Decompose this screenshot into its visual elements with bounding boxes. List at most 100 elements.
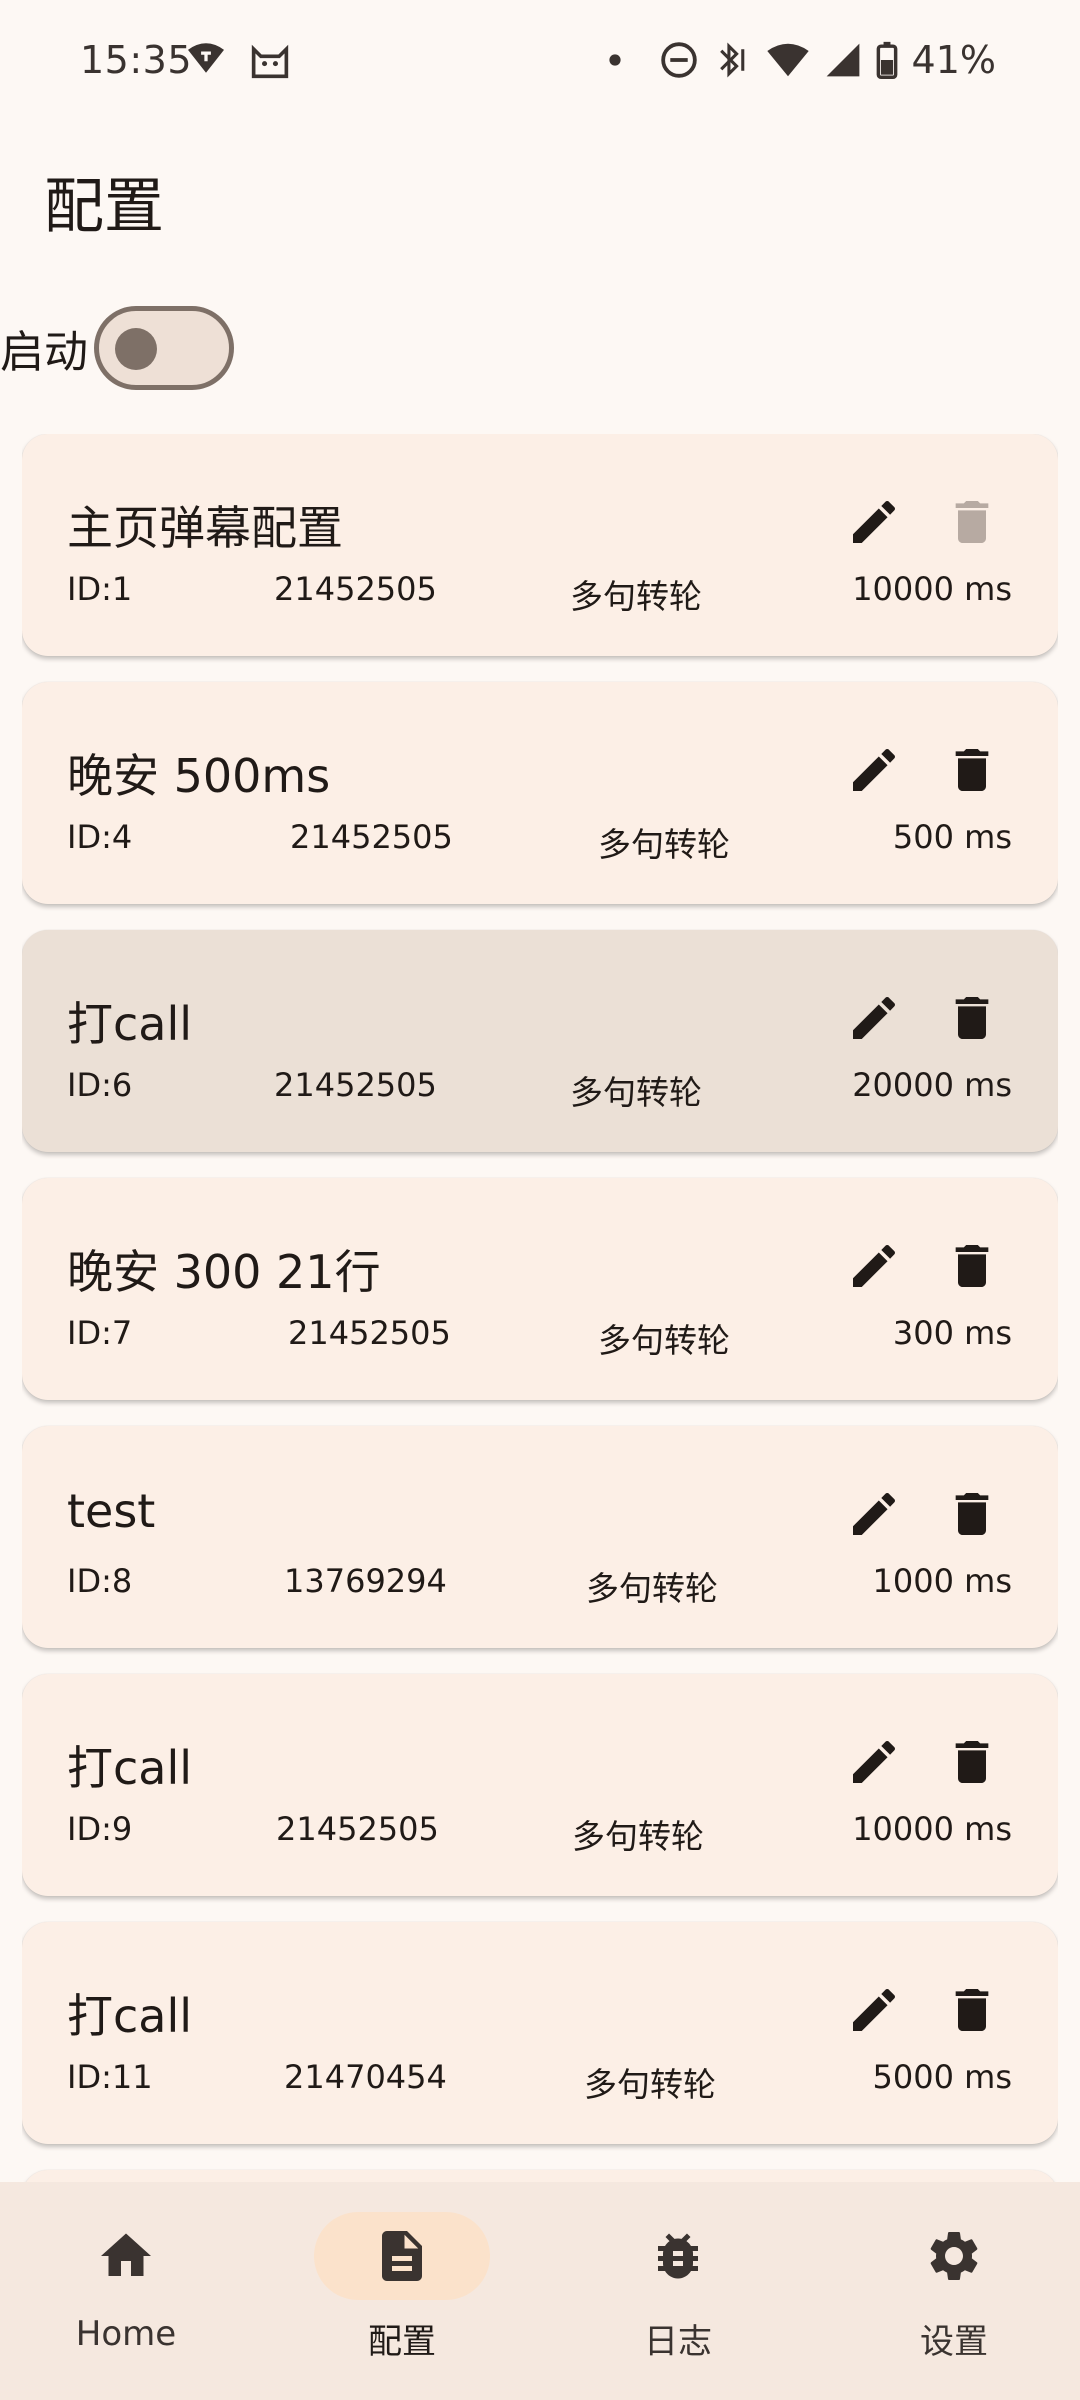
nav-item-settings[interactable]: 设置 [864, 2212, 1044, 2382]
delete-button[interactable] [940, 738, 1004, 802]
pencil-icon [853, 1988, 896, 2031]
delete-button[interactable] [940, 1730, 1004, 1794]
config-room-id: 21452505 [288, 1314, 451, 1352]
battery-icon [876, 41, 897, 79]
config-mode: 多句转轮 [572, 1817, 704, 1856]
config-room-id: 13769294 [284, 1562, 447, 1600]
config-card[interactable]: 打call ID:9 21452505 多句转轮 10000 ms [22, 1674, 1058, 1896]
config-interval: 5000 ms [872, 2058, 1012, 2096]
config-interval: 500 ms [892, 818, 1012, 856]
config-card-selected[interactable]: 打call ID:6 21452505 多句转轮 20000 ms [22, 930, 1058, 1152]
config-title: 晚安 500ms [67, 749, 331, 803]
config-card[interactable]: 打call ID:11 21470454 多句转轮 5000 ms [22, 1922, 1058, 2144]
pencil-icon [853, 1492, 896, 1535]
edit-button[interactable] [842, 1978, 906, 2042]
config-mode: 多句转轮 [570, 1073, 702, 1112]
delete-button-disabled [940, 490, 1004, 554]
config-mode: 多句转轮 [598, 825, 730, 864]
nav-label: Home [75, 2314, 177, 2354]
config-interval: 10000 ms [852, 570, 1012, 608]
config-mode: 多句转轮 [570, 577, 702, 616]
nav-label: 日志 [644, 2322, 712, 2362]
delete-button[interactable] [940, 1482, 1004, 1546]
battery-percent: 41% [911, 38, 996, 82]
config-mode: 多句转轮 [586, 1569, 718, 1608]
wifi-notification-icon [188, 43, 224, 73]
trash-icon [955, 501, 989, 543]
delete-button[interactable] [940, 1234, 1004, 1298]
nav-pill-active [314, 2212, 490, 2300]
trash-icon [955, 1245, 989, 1287]
config-card[interactable]: 主页弹幕配置 ID:1 21452505 多句转轮 10000 ms [22, 434, 1058, 656]
config-room-id: 21452505 [274, 1066, 437, 1104]
start-toggle-row: 启动 [0, 300, 234, 396]
nav-item-log[interactable]: 日志 [588, 2212, 768, 2382]
config-title: 晚安 300 21行 [67, 1245, 381, 1299]
config-interval: 20000 ms [852, 1066, 1012, 1104]
trash-icon [955, 749, 989, 791]
config-id: ID:4 [67, 818, 133, 856]
config-title: 打call [67, 1741, 193, 1795]
pencil-icon [853, 500, 896, 543]
config-interval: 1000 ms [872, 1562, 1012, 1600]
nav-label: 设置 [920, 2322, 988, 2362]
edit-button[interactable] [842, 1234, 906, 1298]
config-id: ID:6 [67, 1066, 133, 1104]
start-toggle-label: 启动 [0, 327, 88, 378]
pencil-icon [853, 996, 896, 1039]
config-interval: 300 ms [892, 1314, 1012, 1352]
edit-button[interactable] [842, 1730, 906, 1794]
nav-pill [590, 2212, 766, 2300]
config-id: ID:8 [67, 1562, 133, 1600]
edit-button[interactable] [842, 1482, 906, 1546]
config-list[interactable]: 主页弹幕配置 ID:1 21452505 多句转轮 10000 ms 晚安 50… [22, 434, 1058, 2184]
edit-button[interactable] [842, 986, 906, 1050]
home-icon [101, 2233, 151, 2276]
config-mode: 多句转轮 [584, 2065, 716, 2104]
trash-icon [955, 1493, 989, 1535]
gear-icon [930, 2232, 978, 2280]
config-id: ID:1 [67, 570, 133, 608]
edit-button[interactable] [842, 490, 906, 554]
wifi-signal-icon [766, 43, 809, 77]
config-room-id: 21452505 [274, 570, 437, 608]
trash-icon [955, 997, 989, 1039]
nav-label: 配置 [368, 2322, 436, 2362]
trash-icon [955, 1989, 989, 2031]
nav-item-config[interactable]: 配置 [312, 2212, 492, 2382]
pencil-icon [853, 1244, 896, 1287]
edit-button[interactable] [842, 738, 906, 802]
config-title: 打call [67, 997, 193, 1051]
nav-pill [866, 2212, 1042, 2300]
start-toggle-switch[interactable] [94, 306, 234, 390]
nav-item-home[interactable]: Home [36, 2212, 216, 2382]
config-id: ID:9 [67, 1810, 133, 1848]
config-id: ID:7 [67, 1314, 133, 1352]
config-room-id: 21452505 [276, 1810, 439, 1848]
pencil-icon [853, 748, 896, 791]
config-card[interactable]: test ID:8 13769294 多句转轮 1000 ms [22, 1426, 1058, 1648]
config-card[interactable]: 晚安 500ms ID:4 21452505 多句转轮 500 ms [22, 682, 1058, 904]
toggle-knob [115, 328, 157, 370]
cell-signal-icon [826, 43, 859, 77]
status-bar: 15:35 41% [0, 0, 1080, 120]
bottom-navigation: Home 配置 日志 设置 [0, 2182, 1080, 2400]
cat-app-icon [251, 44, 289, 79]
config-mode: 多句转轮 [598, 1321, 730, 1360]
delete-button[interactable] [940, 1978, 1004, 2042]
trash-icon [955, 1741, 989, 1783]
do-not-disturb-icon [660, 42, 697, 78]
config-interval: 10000 ms [852, 1810, 1012, 1848]
delete-button[interactable] [940, 986, 1004, 1050]
config-title: 主页弹幕配置 [67, 501, 343, 555]
status-time: 15:35 [80, 38, 193, 82]
config-title: test [67, 1484, 156, 1538]
config-room-id: 21470454 [284, 2058, 447, 2096]
dot-icon [608, 54, 621, 66]
config-room-id: 21452505 [290, 818, 453, 856]
pencil-icon [853, 1740, 896, 1783]
nav-pill [38, 2212, 214, 2300]
status-system-icons: 41% [608, 38, 996, 82]
config-card[interactable]: 晚安 300 21行 ID:7 21452505 多句转轮 300 ms [22, 1178, 1058, 1400]
config-id: ID:11 [67, 2058, 153, 2096]
